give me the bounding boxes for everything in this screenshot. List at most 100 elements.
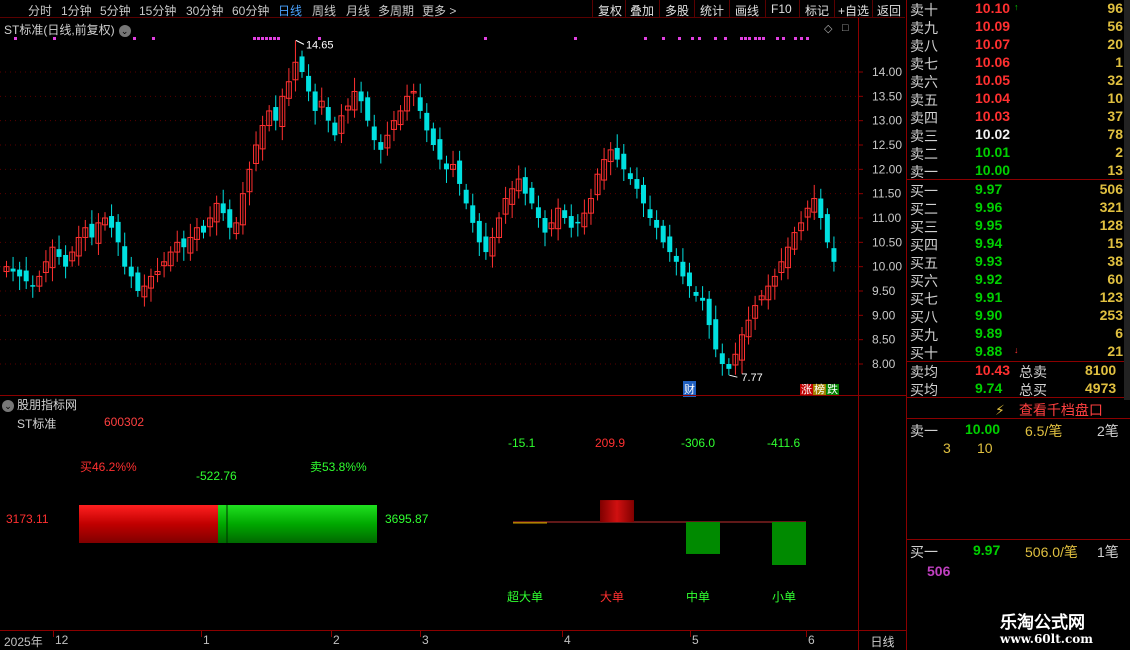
period-label[interactable]: 日线 bbox=[858, 630, 906, 650]
signal-dot bbox=[484, 37, 487, 40]
ask-row[interactable]: 卖一 10.00 13 bbox=[907, 162, 1123, 180]
candle-body-down bbox=[332, 122, 338, 136]
candle-body-down bbox=[621, 153, 627, 170]
date-label: 2 bbox=[333, 633, 340, 647]
bid-row[interactable]: 买八 9.90 253 bbox=[907, 307, 1123, 325]
sell1-queue-1: 3 bbox=[943, 440, 951, 456]
level-price: 10.06 bbox=[975, 54, 1011, 70]
level-label: 卖四 bbox=[910, 110, 938, 126]
level-price: 10.02 bbox=[975, 126, 1011, 142]
chart-title-text: ST标准(日线,前复权) bbox=[4, 23, 115, 37]
overlay-button[interactable]: 叠加 bbox=[630, 2, 654, 19]
candle-body-down bbox=[562, 210, 568, 218]
signal-dot bbox=[806, 37, 809, 40]
level-label: 卖六 bbox=[910, 74, 938, 90]
diamond-icon[interactable]: ◇ bbox=[824, 22, 832, 35]
level-volume: 1 bbox=[1115, 54, 1123, 70]
bid-row[interactable]: 买三 9.95 128 bbox=[907, 217, 1123, 235]
buy1-per-trade: 506.0/笔 bbox=[1025, 544, 1078, 560]
add-watchlist-button[interactable]: +自选 bbox=[838, 2, 869, 19]
multi-stock-button[interactable]: 多股 bbox=[665, 2, 689, 19]
y-tick-label: 11.00 bbox=[872, 211, 901, 225]
down-arrow-icon: ↓ bbox=[1014, 345, 1019, 355]
bid-row[interactable]: 买六 9.92 60 bbox=[907, 271, 1123, 289]
ask-row[interactable]: 卖五 10.04 10 bbox=[907, 90, 1123, 108]
candle-body-down bbox=[299, 56, 305, 72]
f10-button[interactable]: F10 bbox=[771, 2, 792, 16]
candle-body-down bbox=[30, 285, 36, 287]
ask-row[interactable]: 卖七 10.06 1 bbox=[907, 54, 1123, 72]
signal-dot bbox=[269, 37, 272, 40]
candle-body-down bbox=[654, 219, 660, 228]
date-tick bbox=[562, 631, 563, 637]
period-tab-60min[interactable]: 60分钟 bbox=[232, 2, 269, 19]
level-volume: 20 bbox=[1107, 36, 1123, 52]
ask-row[interactable]: 卖八 10.07 20 bbox=[907, 36, 1123, 54]
signal-dot bbox=[662, 37, 665, 40]
ask-row[interactable]: 卖十 10.10 96 ↑ bbox=[907, 0, 1123, 18]
chart-title[interactable]: ST标准(日线,前复权) ⌄ bbox=[4, 21, 131, 38]
signal-dot bbox=[152, 37, 155, 40]
signal-dot bbox=[691, 37, 694, 40]
candle-body-down bbox=[529, 187, 535, 204]
bid-row[interactable]: 买七 9.91 123 bbox=[907, 289, 1123, 307]
y-tick-label: 12.50 bbox=[872, 138, 902, 152]
date-label: 4 bbox=[564, 633, 571, 647]
period-tab-15min[interactable]: 15分钟 bbox=[139, 2, 176, 19]
level-volume: 78 bbox=[1107, 126, 1123, 142]
fuquan-button[interactable]: 复权 bbox=[598, 2, 622, 19]
date-tick bbox=[53, 631, 54, 637]
bid-row[interactable]: 买九 9.89 6 bbox=[907, 325, 1123, 343]
level-label: 买八 bbox=[910, 309, 938, 325]
period-tab-fenshi[interactable]: 分时 bbox=[28, 2, 52, 19]
capital-flow-chart bbox=[79, 500, 806, 565]
candle-body-down bbox=[818, 198, 824, 218]
signal-dot bbox=[644, 37, 647, 40]
back-button[interactable]: 返回 bbox=[877, 2, 901, 19]
high-label: 14.65 bbox=[306, 39, 334, 51]
period-tab-multi[interactable]: 多周期 bbox=[378, 2, 414, 19]
buy-ratio-bar bbox=[79, 505, 218, 543]
high-pointer bbox=[295, 39, 305, 45]
chevron-down-icon[interactable]: ⌄ bbox=[118, 24, 131, 37]
stats-button[interactable]: 统计 bbox=[700, 2, 724, 19]
bid-row[interactable]: 买二 9.96 321 bbox=[907, 199, 1123, 217]
period-tab-30min[interactable]: 30分钟 bbox=[186, 2, 223, 19]
signal-dot bbox=[678, 37, 681, 40]
candle-body-down bbox=[660, 225, 666, 243]
period-tab-daily[interactable]: 日线 bbox=[278, 2, 302, 19]
period-tab-more[interactable]: 更多 > bbox=[422, 2, 456, 19]
bid-row[interactable]: 买四 9.94 15 bbox=[907, 235, 1123, 253]
period-tab-1min[interactable]: 1分钟 bbox=[61, 2, 92, 19]
lightning-icon: ⚡ bbox=[995, 402, 1005, 418]
level-volume: 321 bbox=[1099, 199, 1123, 215]
period-tab-monthly[interactable]: 月线 bbox=[346, 2, 370, 19]
ask-row[interactable]: 卖九 10.09 56 bbox=[907, 18, 1123, 36]
ask-row[interactable]: 卖二 10.01 2 bbox=[907, 144, 1123, 162]
candlestick-chart[interactable]: 8.00 8.50 9.00 9.50 10.00 10.50 11.00 11.50 12.0… bbox=[0, 18, 905, 395]
draw-line-button[interactable]: 画线 bbox=[735, 2, 759, 19]
period-tab-5min[interactable]: 5分钟 bbox=[100, 2, 131, 19]
bid-row[interactable]: 买一 9.97 506 bbox=[907, 181, 1123, 199]
candles bbox=[3, 40, 837, 376]
candle-body-down bbox=[109, 216, 115, 228]
y-tick-label: 8.00 bbox=[872, 357, 896, 371]
bid-row[interactable]: 买五 9.93 38 bbox=[907, 253, 1123, 271]
ask-row[interactable]: 卖六 10.05 32 bbox=[907, 72, 1123, 90]
mark-button[interactable]: 标记 bbox=[805, 2, 829, 19]
candle-body-down bbox=[325, 107, 331, 121]
y-tick-label: 9.00 bbox=[872, 308, 896, 322]
candle-body-down bbox=[371, 126, 377, 141]
flow-label: 超大单 bbox=[507, 590, 544, 604]
ask-row[interactable]: 卖三 10.02 78 bbox=[907, 126, 1123, 144]
bid-row[interactable]: 买十 9.88 21 ↓ bbox=[907, 343, 1123, 361]
candle-body-down bbox=[135, 272, 141, 291]
collapse-icon[interactable]: □ bbox=[842, 22, 849, 34]
qiandang-button[interactable]: ⚡ 查看千档盘口 bbox=[995, 400, 1103, 420]
side-strip bbox=[1124, 0, 1130, 400]
sell1-count: 2笔 bbox=[1097, 423, 1119, 439]
flow-value: 209.9 bbox=[595, 436, 626, 450]
ask-row[interactable]: 卖四 10.03 37 bbox=[907, 108, 1123, 126]
period-tab-weekly[interactable]: 周线 bbox=[312, 2, 336, 19]
candle-body-down bbox=[824, 214, 830, 243]
